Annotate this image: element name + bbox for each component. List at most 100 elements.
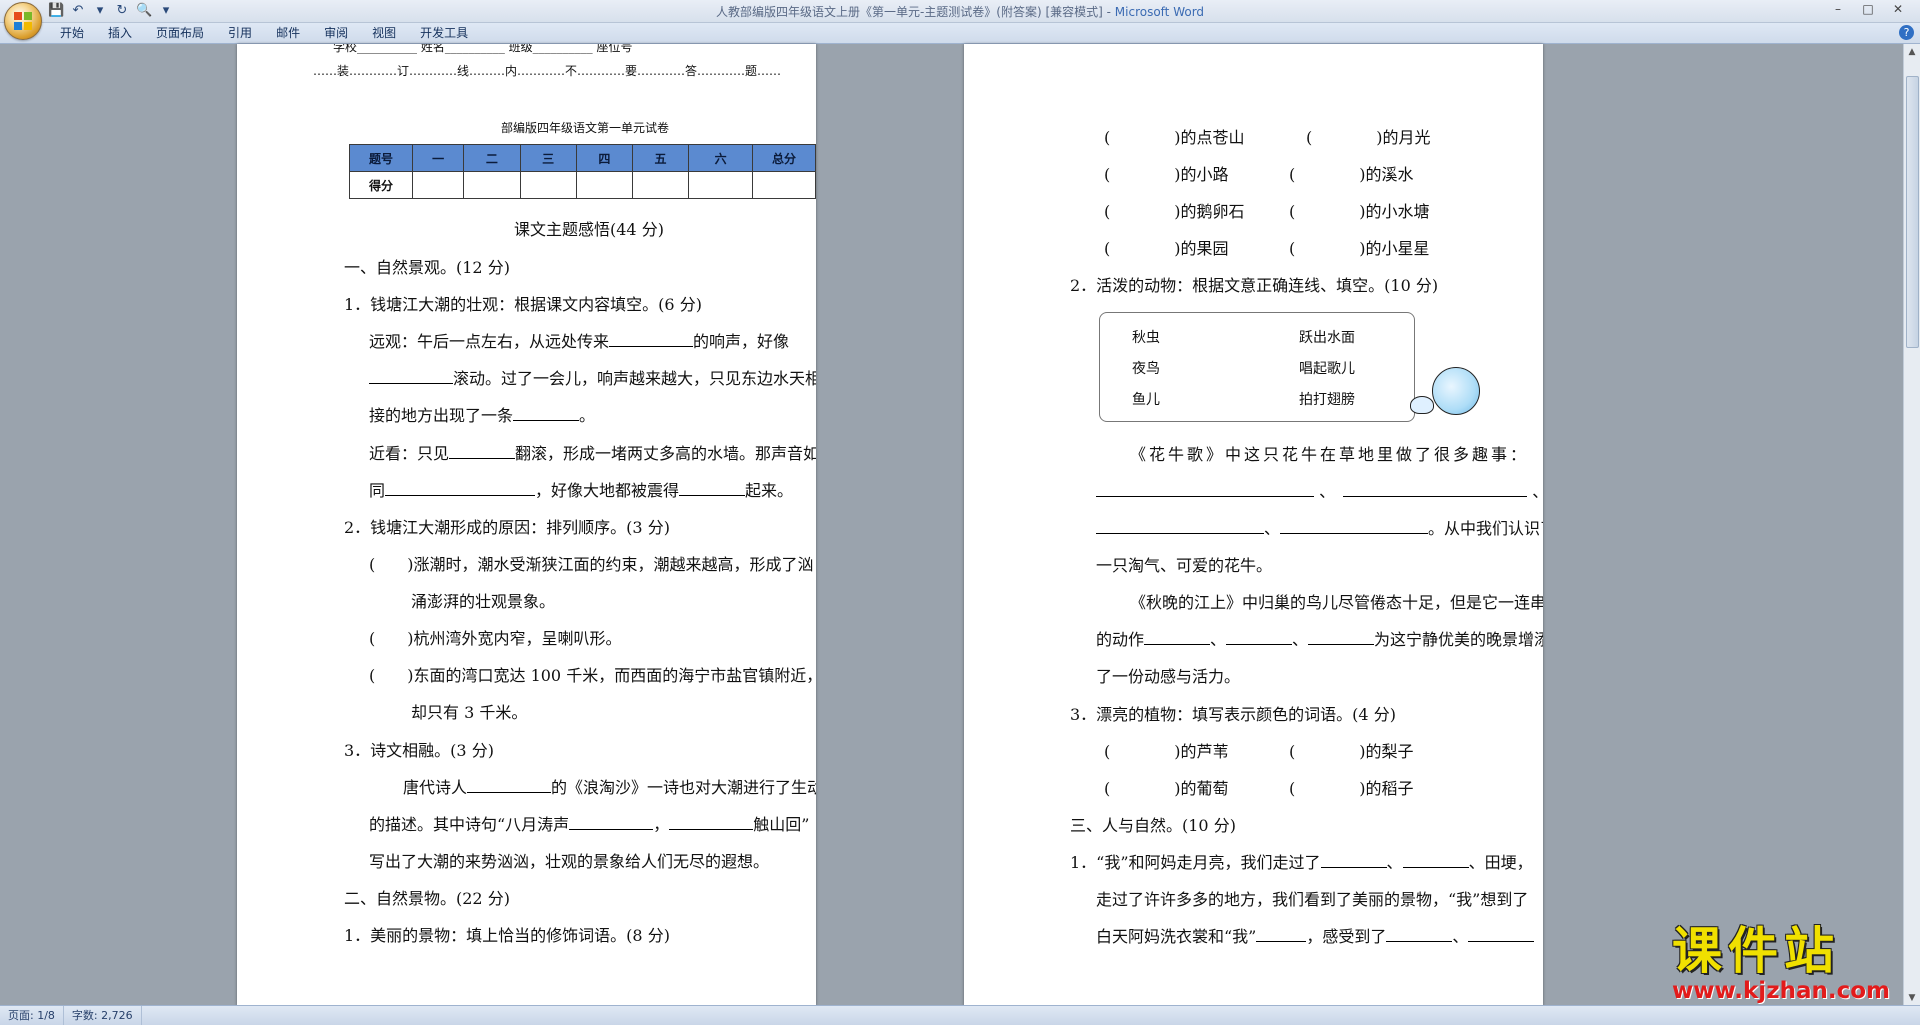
fill-item: ( )的溪水	[1289, 165, 1414, 184]
match-left-item[interactable]: 秋虫	[1132, 327, 1160, 347]
order-item-cont: 却只有 3 千米。	[411, 703, 528, 722]
watermark-url: www.kjzhan.com	[1672, 978, 1890, 1004]
office-button[interactable]	[4, 2, 42, 40]
matching-box: 秋虫 夜鸟 鱼儿 跃出水面 唱起歌儿 拍打翅膀	[1099, 312, 1415, 422]
tab-references[interactable]: 引用	[216, 23, 264, 43]
order-item: ( )东面的湾口宽达 100 千米，而西面的海宁市盐官镇附近，	[369, 666, 816, 685]
fill-item: ( )的月光	[1306, 128, 1431, 147]
ribbon-tab-bar: 开始 插入 页面布局 引用 邮件 审阅 视图 开发工具 ?	[0, 23, 1920, 44]
tab-page-layout[interactable]: 页面布局	[144, 23, 216, 43]
score-cell[interactable]	[575, 171, 633, 199]
match-right-item[interactable]: 唱起歌儿	[1299, 358, 1355, 378]
section-one-title: 一、自然景观。(12 分)	[344, 258, 510, 277]
tab-developer[interactable]: 开发工具	[408, 23, 480, 43]
fill-item: ( )的稻子	[1289, 779, 1414, 798]
tab-view[interactable]: 视图	[360, 23, 408, 43]
maximize-button[interactable]: □	[1854, 0, 1882, 18]
word-count-status[interactable]: 字数: 2,726	[64, 1006, 142, 1025]
scroll-down-icon[interactable]: ▼	[1904, 990, 1920, 1006]
text-line: 、 、	[1096, 478, 1543, 502]
text-line: 接的地方出现了一条。	[369, 406, 596, 425]
tab-review[interactable]: 审阅	[312, 23, 360, 43]
question-1: 1．钱塘江大潮的壮观：根据课文内容填空。(6 分)	[344, 295, 702, 314]
question-4: 1．美丽的景物：填上恰当的修饰词语。(8 分)	[344, 926, 670, 945]
site-watermark: 课件站 www.kjzhan.com	[1672, 924, 1902, 1004]
text-line: 的动作、、为这宁静优美的晚景增添	[1096, 630, 1543, 649]
moon-illustration-icon	[1432, 367, 1480, 415]
fill-item: ( )的鹅卵石	[1104, 202, 1245, 221]
office-logo-icon	[14, 12, 32, 30]
bug-illustration-icon	[1410, 396, 1434, 414]
page-count-status[interactable]: 页面: 1/8	[0, 1006, 64, 1025]
question-2: 2．钱塘江大潮形成的原因：排列顺序。(3 分)	[344, 518, 670, 537]
exam-title: 部编版四年级语文第一单元试卷	[501, 121, 670, 135]
order-item: ( )涨潮时，潮水受渐狭江面的约束，潮越来越高，形成了汹	[369, 555, 814, 574]
score-cell[interactable]	[631, 171, 690, 199]
table-header-cell: 六	[688, 144, 754, 172]
match-right-item[interactable]: 拍打翅膀	[1299, 389, 1355, 409]
order-item: ( )杭州湾外宽内窄，呈喇叭形。	[369, 629, 622, 648]
fill-item: ( )的小水塘	[1289, 202, 1430, 221]
table-header-cell: 二	[463, 144, 521, 172]
text-line: 《花牛歌》中这只花牛在草地里做了很多趣事：	[1130, 445, 1530, 464]
table-header-cell: 一	[411, 144, 465, 172]
table-header-cell: 五	[631, 144, 690, 172]
match-left-item[interactable]: 鱼儿	[1132, 389, 1160, 409]
vertical-scrollbar[interactable]: ▲ ▼	[1903, 44, 1920, 1006]
match-left-item[interactable]: 夜鸟	[1132, 358, 1160, 378]
text-line: 唐代诗人 的《浪淘沙》一诗也对大潮进行了生动	[403, 778, 816, 797]
question-2-right: 2．活泼的动物：根据文意正确连线、填空。(10 分)	[1070, 276, 1439, 295]
text-line: 滚动。过了一会儿，响声越来越大，只见东边水天相	[369, 365, 816, 389]
score-cell[interactable]	[688, 171, 754, 199]
text-line: 远观：午后一点左右，从远处传来 的响声，好像	[369, 332, 790, 351]
tab-mailings[interactable]: 邮件	[264, 23, 312, 43]
score-cell[interactable]	[752, 171, 816, 199]
text-line: 1．“我”和阿妈走月亮，我们走过了、、田埂，	[1070, 853, 1533, 872]
text-line: 近看：只见 翻滚，形成一堵两丈多高的水墙。那声音如	[369, 444, 816, 463]
fill-item: ( )的梨子	[1289, 742, 1414, 761]
order-item-cont: 涌澎湃的壮观景象。	[411, 592, 556, 611]
text-line: 写出了大潮的来势汹汹，壮观的景象给人们无尽的遐想。	[369, 852, 770, 871]
table-header-cell: 题号	[349, 144, 413, 172]
text-line: 、。从中我们认识了	[1096, 515, 1543, 539]
fill-item: ( )的葡萄	[1104, 779, 1229, 798]
header-fields: 学校__________ 姓名__________ 班级__________ 座…	[333, 44, 633, 54]
text-line: 走过了许许多多的地方，我们看到了美丽的景物，“我”想到了	[1096, 890, 1529, 909]
section-two-title: 二、自然景物。(22 分)	[344, 889, 510, 908]
title-bar: 💾 ↶ ▾ ↻ 🔍 ▾ 人教部编版四年级语文上册《第一单元-主题测试卷》(附答案…	[0, 0, 1920, 23]
status-bar: 页面: 1/8 字数: 2,726	[0, 1005, 1920, 1025]
score-table: 题号 一 二 三 四 五 六 总分 得分	[349, 144, 816, 199]
text-line: 同，好像大地都被震得 起来。	[369, 481, 794, 500]
section-heading: 课文主题感悟(44 分)	[514, 220, 664, 239]
score-cell[interactable]	[463, 171, 521, 199]
fill-item: ( )的小路	[1104, 165, 1229, 184]
help-icon[interactable]: ?	[1899, 25, 1914, 40]
tab-home[interactable]: 开始	[48, 23, 96, 43]
question-3-right: 3．漂亮的植物：填写表示颜色的词语。(4 分)	[1070, 705, 1396, 724]
text-line: 《秋晚的江上》中归巢的鸟儿尽管倦态十足，但是它一连串	[1130, 593, 1543, 612]
window-title: 人教部编版四年级语文上册《第一单元-主题测试卷》(附答案) [兼容模式] - M…	[715, 5, 1205, 19]
tab-insert[interactable]: 插入	[96, 23, 144, 43]
minimize-button[interactable]: –	[1824, 0, 1852, 18]
text-line: 了一份动感与活力。	[1096, 667, 1241, 686]
text-line: 的描述。其中诗句“八月涛声，触山回”	[369, 815, 810, 834]
question-3: 3．诗文相融。(3 分)	[344, 741, 494, 760]
fill-item: ( )的点苍山	[1104, 128, 1245, 147]
fill-item: ( )的芦苇	[1104, 742, 1229, 761]
fill-item: ( )的小星星	[1289, 239, 1430, 258]
seal-line: ……装…………订…………线………内…………不…………要…………答…………题……	[313, 64, 782, 78]
score-cell[interactable]	[519, 171, 577, 199]
scroll-up-icon[interactable]: ▲	[1904, 44, 1920, 60]
table-header-cell: 三	[519, 144, 577, 172]
fill-item: ( )的果园	[1104, 239, 1229, 258]
document-page-right: ( )的点苍山 ( )的月光 ( )的小路 ( )的溪水 ( )的鹅卵石 ( )…	[964, 44, 1543, 1006]
scroll-thumb[interactable]	[1906, 76, 1919, 348]
close-button[interactable]: ✕	[1884, 0, 1912, 18]
text-line: 白天阿妈洗衣裳和“我” ，感受到了、	[1096, 923, 1535, 947]
table-header-cell: 总分	[752, 144, 816, 172]
window-controls: – □ ✕	[1824, 0, 1912, 18]
watermark-text: 课件站	[1672, 922, 1840, 980]
match-right-item[interactable]: 跃出水面	[1299, 327, 1355, 347]
table-row-label: 得分	[349, 171, 413, 199]
score-cell[interactable]	[411, 171, 465, 199]
